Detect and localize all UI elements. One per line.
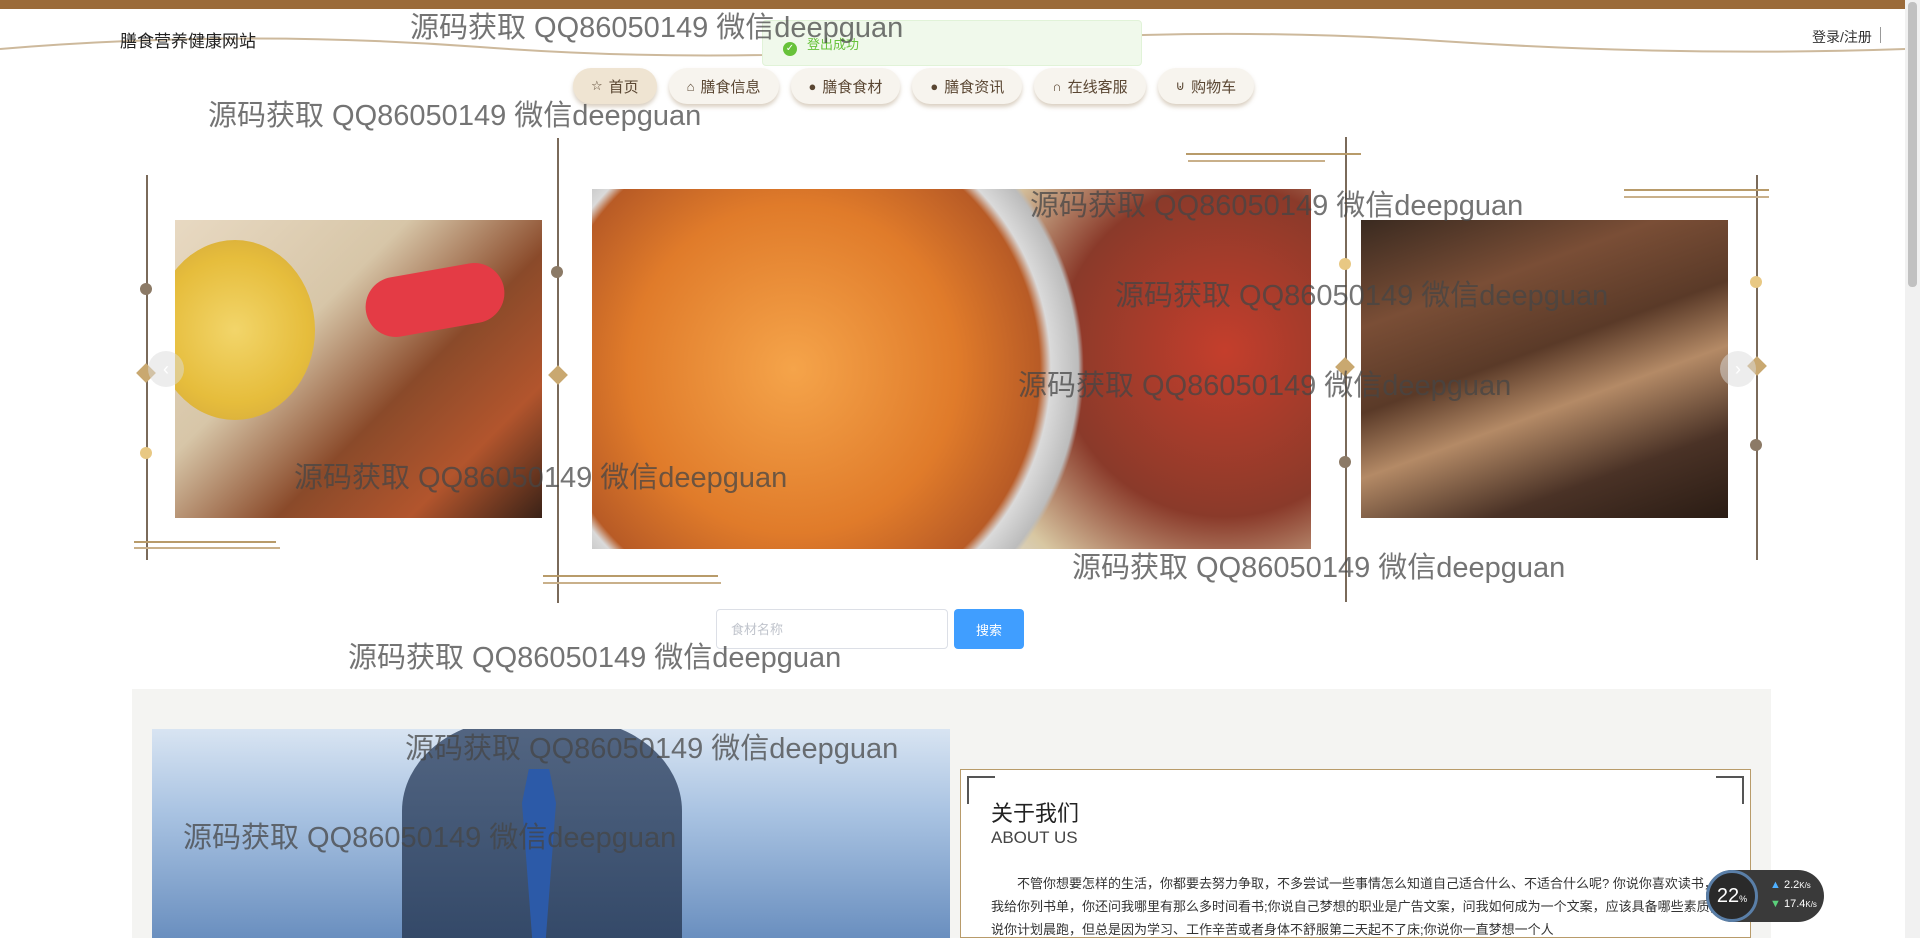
arrow-up-icon: ▲ bbox=[1770, 879, 1781, 891]
search-bar: 搜索 bbox=[716, 609, 1024, 649]
about-subtitle: ABOUT US bbox=[991, 828, 1078, 847]
deco-diamond bbox=[548, 365, 568, 385]
main-nav: ☆ 首页 ⌂ 膳食信息 ● 膳食食材 ● 膳食资讯 ∩ 在线客服 ⊍ 购物车 bbox=[573, 68, 1255, 108]
carousel-slide-prev[interactable] bbox=[175, 220, 542, 518]
speed-unit: K/s bbox=[1799, 881, 1811, 890]
bag-icon: ⌂ bbox=[686, 78, 695, 94]
deco-line bbox=[543, 582, 721, 584]
nav-label: 在线客服 bbox=[1067, 78, 1128, 96]
deco-dot bbox=[551, 266, 563, 278]
question-icon: ● bbox=[930, 78, 939, 94]
nav-label: 膳食信息 bbox=[700, 78, 761, 96]
upload-speed: ▲ 2.2K/s bbox=[1770, 879, 1811, 891]
nav-label: 首页 bbox=[608, 78, 639, 96]
deco-line bbox=[1624, 189, 1769, 191]
nav-item-meal-info[interactable]: ⌂ 膳食信息 bbox=[668, 68, 779, 104]
arrow-down-icon: ▼ bbox=[1770, 898, 1781, 910]
check-circle-icon: ✓ bbox=[783, 42, 797, 56]
top-accent-bar bbox=[0, 0, 1905, 9]
carousel-prev-arrow[interactable]: ‹ bbox=[148, 351, 184, 387]
nav-item-cart[interactable]: ⊍ 购物车 bbox=[1157, 68, 1255, 104]
carousel-slide-active[interactable] bbox=[592, 189, 1311, 549]
search-button[interactable]: 搜索 bbox=[954, 609, 1024, 649]
speed-percent: 22% bbox=[1706, 870, 1758, 922]
about-title: 关于我们 bbox=[991, 801, 1080, 826]
upload-value: 2.2 bbox=[1783, 879, 1800, 891]
about-card: 关于我们 ABOUT US 不管你想要怎样的生活，你都要去努力争取，不多尝试一些… bbox=[960, 769, 1751, 938]
ingredient-search-input[interactable] bbox=[716, 609, 948, 649]
toast-message: 登出成功 bbox=[807, 37, 860, 52]
nav-label: 膳食资讯 bbox=[944, 78, 1005, 96]
nav-item-ingredients[interactable]: ● 膳食食材 bbox=[790, 68, 901, 104]
speed-unit: K/s bbox=[1805, 900, 1817, 909]
deco-line bbox=[134, 547, 280, 549]
nav-label: 膳食食材 bbox=[822, 78, 883, 96]
food-image bbox=[360, 258, 510, 342]
divider bbox=[1880, 27, 1881, 43]
deco-diamond bbox=[1335, 357, 1355, 377]
nav-item-home[interactable]: ☆ 首页 bbox=[573, 68, 657, 104]
food-image bbox=[175, 240, 315, 420]
scrollbar-thumb[interactable] bbox=[1908, 2, 1917, 287]
deco-line bbox=[1186, 153, 1361, 155]
page-scrollbar[interactable] bbox=[1905, 0, 1920, 938]
deco-line bbox=[1188, 160, 1325, 162]
login-register-link[interactable]: 登录/注册 bbox=[1812, 27, 1872, 47]
nav-item-support[interactable]: ∩ 在线客服 bbox=[1034, 68, 1146, 104]
carousel-slide-next[interactable] bbox=[1361, 220, 1728, 518]
nav-label: 购物车 bbox=[1191, 78, 1237, 96]
deco-line bbox=[1624, 196, 1769, 198]
deco-dot bbox=[1750, 439, 1762, 451]
speed-percent-value: 22 bbox=[1716, 885, 1740, 907]
deco-dot bbox=[1339, 258, 1351, 270]
deco-dot bbox=[140, 283, 152, 295]
info-icon: ● bbox=[808, 78, 817, 94]
about-section: 关于我们 ABOUT US 不管你想要怎样的生活，你都要去努力争取，不多尝试一些… bbox=[132, 689, 1771, 938]
network-speed-widget[interactable]: 22% ▲ 2.2K/s ▼ 17.4K/s bbox=[1706, 870, 1824, 922]
about-image bbox=[152, 729, 950, 938]
site-title: 膳食营养健康网站 bbox=[120, 32, 256, 51]
corner-decoration bbox=[1716, 776, 1744, 804]
carousel-next-arrow[interactable]: › bbox=[1720, 351, 1756, 387]
star-icon: ☆ bbox=[591, 78, 603, 93]
download-speed: ▼ 17.4K/s bbox=[1770, 898, 1817, 910]
headset-icon: ∩ bbox=[1052, 78, 1062, 94]
deco-dot bbox=[140, 447, 152, 459]
nav-item-news[interactable]: ● 膳食资讯 bbox=[912, 68, 1023, 104]
logout-success-toast: ✓ 登出成功 bbox=[762, 20, 1142, 66]
download-value: 17.4 bbox=[1783, 898, 1806, 910]
banner-carousel: ‹ › bbox=[0, 130, 1905, 610]
deco-line bbox=[134, 541, 276, 543]
deco-dot bbox=[1339, 456, 1351, 468]
about-text: 不管你想要怎样的生活，你都要去努力争取，不多尝试一些事情怎么知道自己适合什么、不… bbox=[991, 876, 1730, 937]
deco-dot bbox=[1750, 276, 1762, 288]
deco-line bbox=[543, 575, 718, 577]
cart-icon: ⊍ bbox=[1175, 78, 1186, 93]
